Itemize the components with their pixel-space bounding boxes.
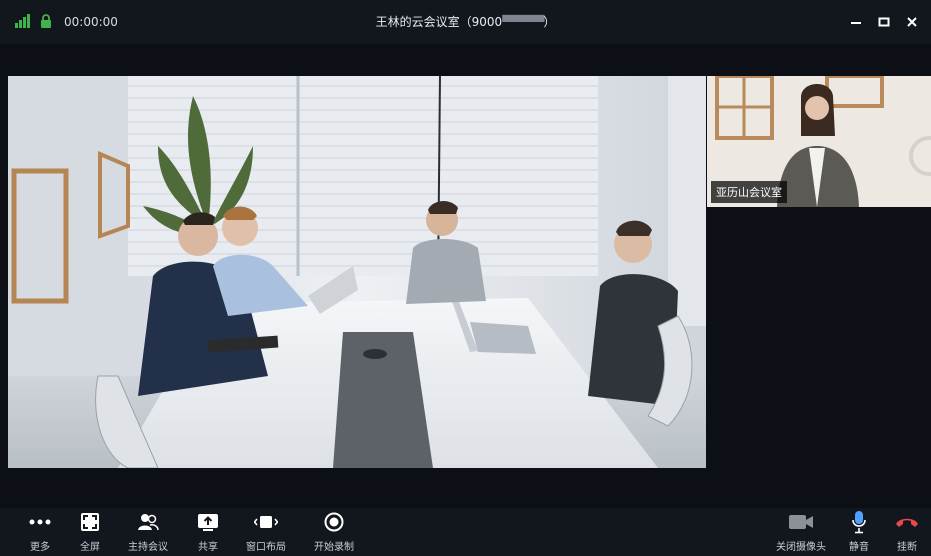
- pip-video[interactable]: 亚历山会议室: [707, 76, 931, 207]
- close-icon: [907, 17, 917, 27]
- fullscreen-label: 全屏: [80, 542, 100, 553]
- mute-button[interactable]: 静音: [842, 508, 876, 556]
- host-meeting-label: 主持会议: [128, 542, 168, 553]
- share-button[interactable]: 共享: [192, 508, 224, 556]
- meeting-title-prefix: 王林的云会议室（9000: [375, 15, 503, 29]
- mute-label: 静音: [849, 542, 869, 553]
- fullscreen-icon: [80, 509, 100, 535]
- meeting-title: 王林的云会议室（9000▀▀▀▀▀）: [0, 0, 931, 44]
- host-meeting-button[interactable]: 主持会议: [124, 508, 172, 556]
- close-button[interactable]: [901, 11, 923, 33]
- lock-icon[interactable]: [40, 13, 52, 32]
- pip-participant-label: 亚历山会议室: [711, 181, 787, 203]
- meeting-id-redacted: ▀▀▀▀▀: [502, 15, 544, 29]
- maximize-button[interactable]: [873, 11, 895, 33]
- fullscreen-button[interactable]: 全屏: [74, 508, 106, 556]
- signal-icon[interactable]: [14, 13, 32, 32]
- meeting-title-suffix: ）: [543, 15, 556, 29]
- close-camera-button[interactable]: 关闭摄像头: [772, 508, 830, 556]
- record-icon: [324, 509, 344, 535]
- more-button[interactable]: 更多: [22, 508, 58, 556]
- window-layout-label: 窗口布局: [246, 542, 286, 553]
- layout-icon: [254, 509, 278, 535]
- meeting-timer: 00:00:00: [64, 15, 118, 29]
- window-layout-button[interactable]: 窗口布局: [242, 508, 290, 556]
- hangup-icon: [895, 509, 919, 535]
- meeting-room-video-frame: [8, 76, 706, 468]
- bottom-toolbar: 更多 全屏 主持会议 共享 窗口布局 开始录制 关闭摄像头 静音 挂断: [0, 508, 931, 556]
- window-controls: [845, 0, 923, 44]
- minimize-icon: [851, 22, 861, 24]
- main-video[interactable]: [8, 76, 706, 468]
- share-icon: [197, 509, 219, 535]
- more-icon: [28, 509, 52, 535]
- hang-up-button[interactable]: 挂断: [890, 508, 924, 556]
- title-bar-left: 00:00:00: [14, 0, 118, 44]
- mic-icon: [851, 509, 867, 535]
- start-recording-label: 开始录制: [314, 542, 354, 553]
- host-icon: [137, 509, 159, 535]
- close-camera-label: 关闭摄像头: [776, 542, 826, 553]
- more-label: 更多: [30, 542, 50, 553]
- title-bar: 00:00:00 王林的云会议室（9000▀▀▀▀▀）: [0, 0, 931, 44]
- camera-icon: [788, 509, 814, 535]
- share-label: 共享: [198, 542, 218, 553]
- start-recording-button[interactable]: 开始录制: [310, 508, 358, 556]
- hang-up-label: 挂断: [897, 542, 917, 553]
- minimize-button[interactable]: [845, 11, 867, 33]
- maximize-icon: [878, 17, 890, 27]
